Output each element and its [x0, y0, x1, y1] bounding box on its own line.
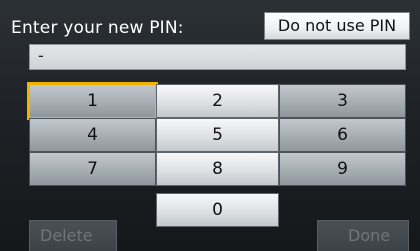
key-2[interactable]: 2	[156, 84, 279, 118]
pin-entry-screen: Enter your new PIN: Do not use PIN - 1 2…	[0, 0, 420, 251]
key-9[interactable]: 9	[279, 152, 406, 186]
delete-button[interactable]: Delete	[29, 220, 117, 251]
key-4[interactable]: 4	[29, 118, 156, 152]
key-1[interactable]: 1	[27, 82, 158, 120]
key-6[interactable]: 6	[279, 118, 406, 152]
page-title: Enter your new PIN:	[11, 18, 184, 38]
key-8[interactable]: 8	[156, 152, 279, 186]
do-not-use-pin-button[interactable]: Do not use PIN	[264, 12, 410, 40]
pin-input-value: -	[38, 46, 44, 65]
key-0[interactable]: 0	[156, 193, 279, 227]
key-5[interactable]: 5	[156, 118, 279, 152]
key-7[interactable]: 7	[29, 152, 156, 186]
done-button[interactable]: Done	[317, 220, 409, 251]
key-3[interactable]: 3	[279, 84, 406, 118]
pin-input: -	[29, 44, 406, 70]
